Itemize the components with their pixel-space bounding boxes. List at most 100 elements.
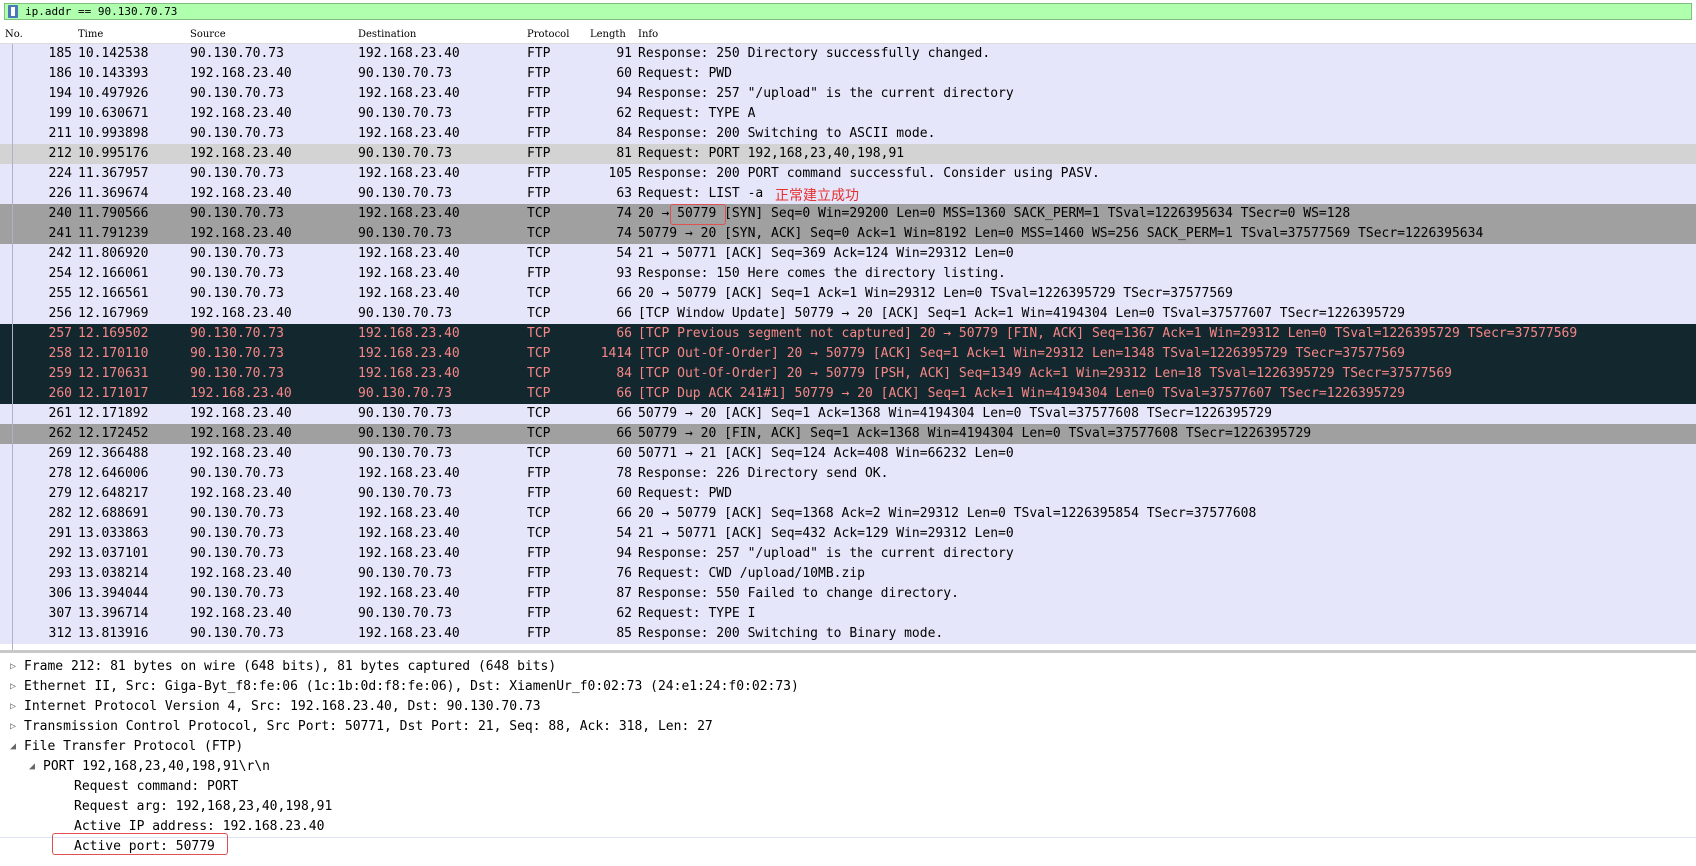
packet-row[interactable]: 262 12.172452 192.168.23.40 90.130.70.73 TCP… <box>0 424 1696 444</box>
packet-protocol: TCP <box>527 286 551 301</box>
packet-no: 260 <box>48 386 72 401</box>
packet-row[interactable]: 307 13.396714 192.168.23.40 90.130.70.73 FTP… <box>0 604 1696 624</box>
column-header-time[interactable]: Time <box>78 26 103 43</box>
detail-ftp[interactable]: ◢ File Transfer Protocol (FTP) <box>0 737 1696 757</box>
packet-no: 269 <box>48 446 72 461</box>
packet-row[interactable]: 199 10.630671 192.168.23.40 90.130.70.73 FTP… <box>0 104 1696 124</box>
packet-protocol: TCP <box>527 406 551 421</box>
packet-row[interactable]: 242 11.806920 90.130.70.73 192.168.23.40 TCP… <box>0 244 1696 264</box>
packet-row[interactable]: 279 12.648217 192.168.23.40 90.130.70.73 FTP… <box>0 484 1696 504</box>
packet-info: Request: TYPE A <box>638 106 756 121</box>
packet-no: 279 <box>48 486 72 501</box>
detail-request-arg[interactable]: Request arg: 192,168,23,40,198,91 <box>0 797 1696 817</box>
collapse-arrow-icon[interactable]: ◢ <box>29 757 35 777</box>
detail-request-command[interactable]: Request command: PORT <box>0 777 1696 797</box>
packet-row[interactable]: 240 11.790566 90.130.70.73 192.168.23.40 TCP… <box>0 204 1696 224</box>
packet-destination: 90.130.70.73 <box>358 306 452 321</box>
packet-protocol: TCP <box>527 386 551 401</box>
display-filter-text: ip.addr == 90.130.70.73 <box>25 5 178 18</box>
packet-time: 13.037101 <box>78 546 149 561</box>
packet-source: 90.130.70.73 <box>190 586 284 601</box>
packet-row[interactable]: 260 12.171017 192.168.23.40 90.130.70.73 TCP… <box>0 384 1696 404</box>
detail-active-ip[interactable]: Active IP address: 192.168.23.40 <box>0 817 1696 838</box>
packet-info: Request: PORT 192,168,23,40,198,91 <box>638 146 905 161</box>
display-filter-input[interactable]: ip.addr == 90.130.70.73 <box>4 3 1692 20</box>
packet-time: 12.366488 <box>78 446 149 461</box>
packet-row[interactable]: 255 12.166561 90.130.70.73 192.168.23.40 TCP… <box>0 284 1696 304</box>
packet-protocol: FTP <box>527 106 551 121</box>
packet-length: 76 <box>616 566 632 581</box>
packet-row[interactable]: 259 12.170631 90.130.70.73 192.168.23.40 TCP… <box>0 364 1696 384</box>
packet-source: 192.168.23.40 <box>190 306 292 321</box>
packet-list[interactable]: 185 10.142538 90.130.70.73 192.168.23.40 FTP… <box>0 44 1696 650</box>
packet-row[interactable]: 291 13.033863 90.130.70.73 192.168.23.40 TCP… <box>0 524 1696 544</box>
packet-time: 12.688691 <box>78 506 149 521</box>
packet-info: Response: 257 "/upload" is the current d… <box>638 86 1014 101</box>
packet-no: 306 <box>48 586 72 601</box>
packet-row[interactable]: 256 12.167969 192.168.23.40 90.130.70.73 TCP… <box>0 304 1696 324</box>
packet-row[interactable]: 194 10.497926 90.130.70.73 192.168.23.40 FTP… <box>0 84 1696 104</box>
detail-ethernet[interactable]: ▷ Ethernet II, Src: Giga-Byt_f8:fe:06 (1c… <box>0 677 1696 697</box>
packet-row[interactable]: 282 12.688691 90.130.70.73 192.168.23.40 TCP… <box>0 504 1696 524</box>
column-header-no[interactable]: No. <box>5 26 23 43</box>
packet-info: Response: 200 Switching to Binary mode. <box>638 626 944 641</box>
packet-no: 291 <box>48 526 72 541</box>
bookmark-icon[interactable] <box>8 5 18 18</box>
packet-row[interactable]: 261 12.171892 192.168.23.40 90.130.70.73 TCP… <box>0 404 1696 424</box>
expand-arrow-icon[interactable]: ▷ <box>10 677 16 697</box>
detail-text: Request command: PORT <box>74 779 239 794</box>
packet-source: 192.168.23.40 <box>190 186 292 201</box>
column-header-info[interactable]: Info <box>638 26 658 43</box>
column-header-source[interactable]: Source <box>190 26 226 43</box>
packet-details-pane[interactable]: ▷ Frame 212: 81 bytes on wire (648 bits),… <box>0 653 1696 866</box>
column-header-protocol[interactable]: Protocol <box>527 26 569 43</box>
column-header-length[interactable]: Length <box>590 26 626 43</box>
column-header-destination[interactable]: Destination <box>358 26 416 43</box>
packet-destination: 90.130.70.73 <box>358 66 452 81</box>
expand-arrow-icon[interactable]: ▷ <box>10 657 16 677</box>
packet-length: 66 <box>616 426 632 441</box>
detail-active-port[interactable]: Active port: 50779 <box>0 837 1696 857</box>
packet-no: 312 <box>48 626 72 641</box>
packet-row[interactable]: 293 13.038214 192.168.23.40 90.130.70.73 FTP… <box>0 564 1696 584</box>
packet-no: 186 <box>48 66 72 81</box>
packet-no: 258 <box>48 346 72 361</box>
packet-info: Request: PWD <box>638 66 732 81</box>
packet-row[interactable]: 258 12.170110 90.130.70.73 192.168.23.40 TCP… <box>0 344 1696 364</box>
packet-row[interactable]: 269 12.366488 192.168.23.40 90.130.70.73 TCP… <box>0 444 1696 464</box>
packet-row[interactable]: 212 10.995176 192.168.23.40 90.130.70.73 FTP… <box>0 144 1696 164</box>
packet-destination: 192.168.23.40 <box>358 366 460 381</box>
packet-time: 12.646006 <box>78 466 149 481</box>
packet-destination: 192.168.23.40 <box>358 286 460 301</box>
packet-row[interactable]: 211 10.993898 90.130.70.73 192.168.23.40 FTP… <box>0 124 1696 144</box>
detail-frame[interactable]: ▷ Frame 212: 81 bytes on wire (648 bits),… <box>0 657 1696 677</box>
packet-destination: 90.130.70.73 <box>358 426 452 441</box>
packet-source: 192.168.23.40 <box>190 406 292 421</box>
expand-arrow-icon[interactable]: ▷ <box>10 717 16 737</box>
packet-length: 84 <box>616 126 632 141</box>
packet-protocol: FTP <box>527 546 551 561</box>
packet-row[interactable]: 292 13.037101 90.130.70.73 192.168.23.40 FTP… <box>0 544 1696 564</box>
packet-protocol: TCP <box>527 346 551 361</box>
packet-row[interactable]: 278 12.646006 90.130.70.73 192.168.23.40 FTP… <box>0 464 1696 484</box>
packet-length: 66 <box>616 386 632 401</box>
packet-time: 11.367957 <box>78 166 149 181</box>
packet-row[interactable]: 254 12.166061 90.130.70.73 192.168.23.40 FTP… <box>0 264 1696 284</box>
detail-tcp[interactable]: ▷ Transmission Control Protocol, Src Port… <box>0 717 1696 737</box>
detail-ipv4[interactable]: ▷ Internet Protocol Version 4, Src: 192.1… <box>0 697 1696 717</box>
packet-destination: 192.168.23.40 <box>358 126 460 141</box>
packet-row[interactable]: 185 10.142538 90.130.70.73 192.168.23.40 FTP… <box>0 44 1696 64</box>
packet-row[interactable]: 306 13.394044 90.130.70.73 192.168.23.40 FTP… <box>0 584 1696 604</box>
packet-row[interactable]: 186 10.143393 192.168.23.40 90.130.70.73 FTP… <box>0 64 1696 84</box>
packet-row[interactable]: 312 13.813916 90.130.70.73 192.168.23.40 FTP… <box>0 624 1696 644</box>
packet-protocol: TCP <box>527 306 551 321</box>
packet-row[interactable]: 257 12.169502 90.130.70.73 192.168.23.40 TCP… <box>0 324 1696 344</box>
packet-no: 194 <box>48 86 72 101</box>
packet-time: 12.172452 <box>78 426 149 441</box>
packet-row[interactable]: 224 11.367957 90.130.70.73 192.168.23.40 FTP… <box>0 164 1696 184</box>
collapse-arrow-icon[interactable]: ◢ <box>10 737 16 757</box>
expand-arrow-icon[interactable]: ▷ <box>10 697 16 717</box>
detail-ftp-port[interactable]: ◢ PORT 192,168,23,40,198,91\r\n <box>0 757 1696 777</box>
packet-row[interactable]: 241 11.791239 192.168.23.40 90.130.70.73 TCP… <box>0 224 1696 244</box>
annotation-port-highlight <box>670 204 726 225</box>
